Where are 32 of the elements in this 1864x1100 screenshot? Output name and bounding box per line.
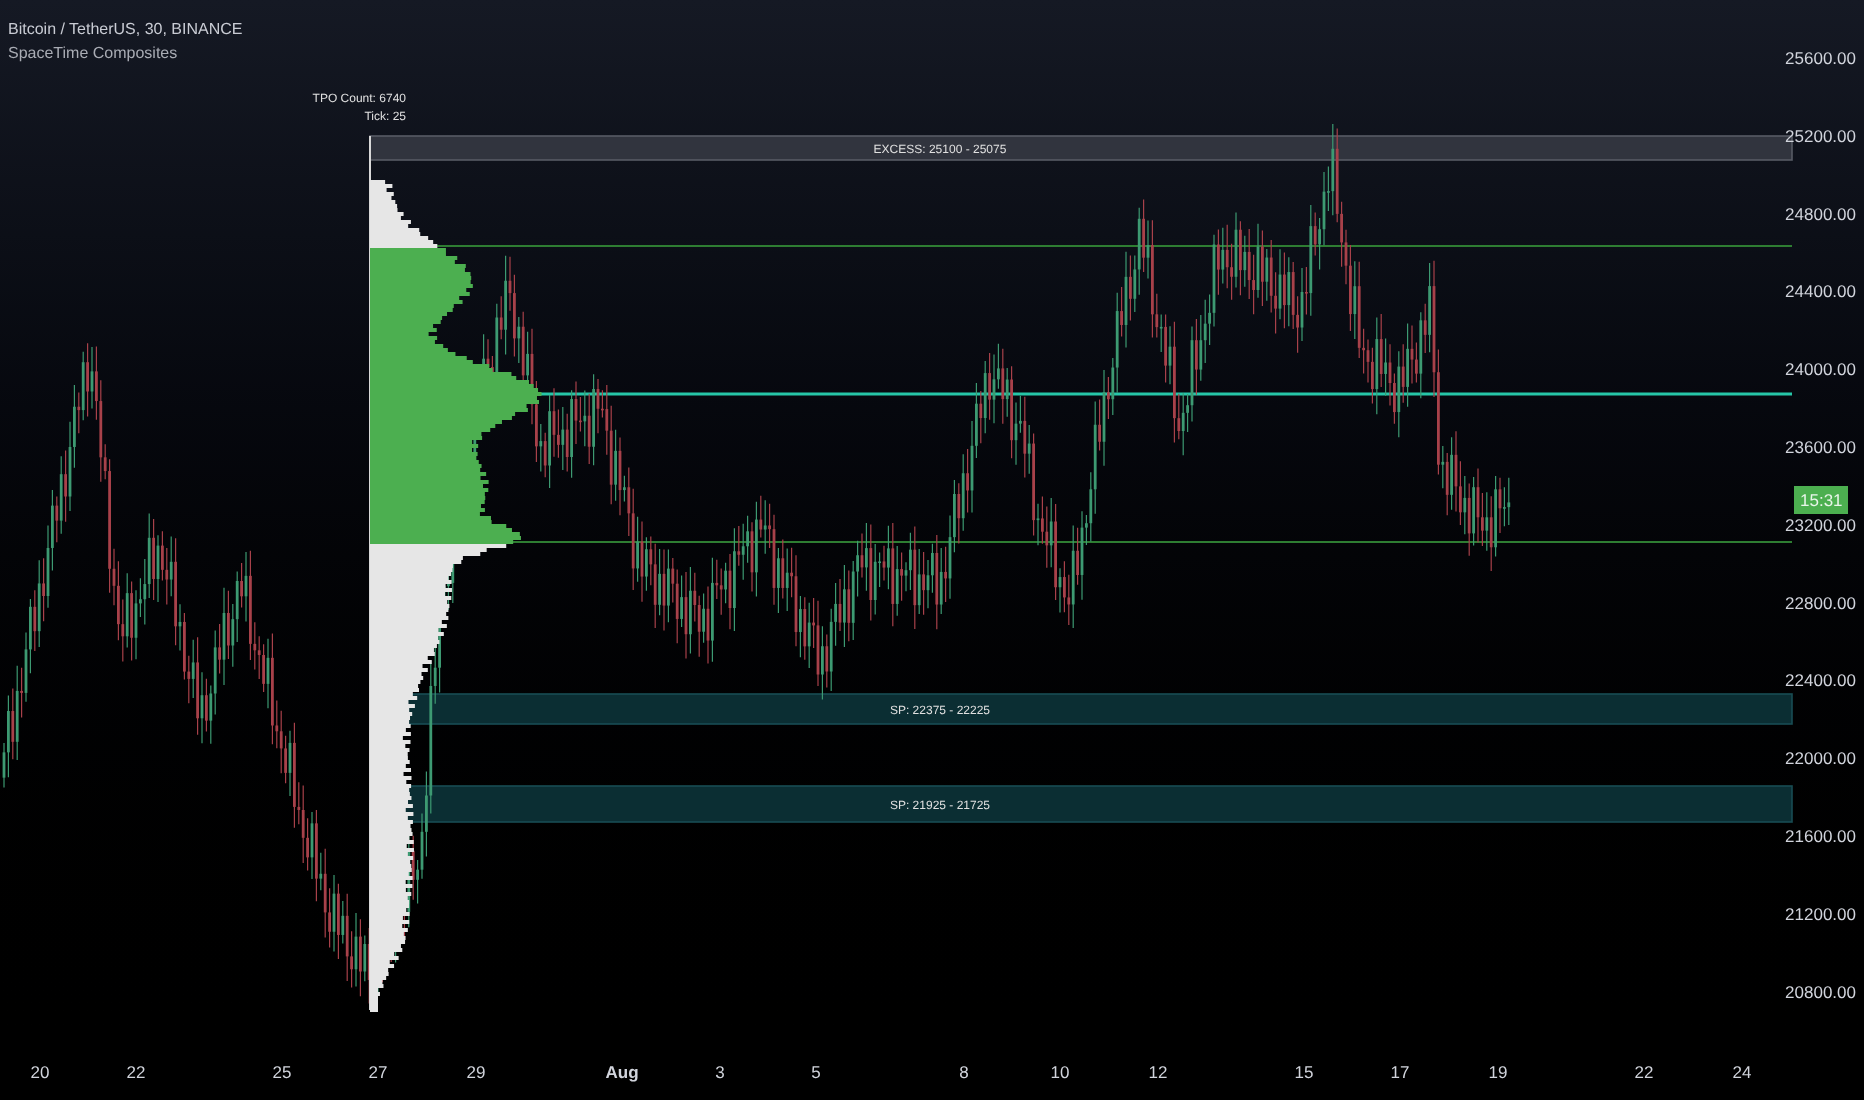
time-axis-label: 17 xyxy=(1390,1062,1410,1082)
time-axis-label: 29 xyxy=(466,1062,486,1082)
time-axis-label: 20 xyxy=(30,1062,50,1082)
price-axis-label: 20800.00 xyxy=(1785,981,1856,1002)
time-axis-label: 12 xyxy=(1148,1062,1168,1082)
price-axis-label: 25600.00 xyxy=(1785,48,1856,68)
symbol-title: Bitcoin / TetherUS, 30, BINANCE xyxy=(8,20,243,40)
time-axis-label: 25 xyxy=(272,1062,292,1082)
price-axis-label: 24400.00 xyxy=(1785,281,1856,302)
price-axis-label: 25200.00 xyxy=(1785,125,1856,146)
price-axis-label: 21200.00 xyxy=(1785,903,1856,924)
price-axis-label: 22800.00 xyxy=(1785,592,1856,613)
time-axis-label: 8 xyxy=(959,1062,969,1082)
time-axis-label: 15 xyxy=(1294,1062,1314,1082)
last-price-tag: 15:31 xyxy=(1794,486,1849,514)
price-axis-label: 22000.00 xyxy=(1785,748,1856,769)
price-axis-label: 23200.00 xyxy=(1785,514,1856,535)
price-axis-label: 23600.00 xyxy=(1785,437,1856,457)
time-axis-label: 24 xyxy=(1732,1062,1752,1082)
time-axis-label: 10 xyxy=(1050,1062,1070,1082)
time-axis-label: 19 xyxy=(1488,1062,1508,1082)
price-axis-label: 24800.00 xyxy=(1785,203,1856,224)
time-axis-label: Aug xyxy=(605,1062,639,1082)
price-axis-label: 24000.00 xyxy=(1785,359,1856,380)
price-axis-label: 21600.00 xyxy=(1785,826,1856,846)
time-axis-label: 27 xyxy=(368,1062,388,1082)
time-axis-label: 22 xyxy=(126,1062,146,1082)
time-axis-label: 22 xyxy=(1634,1062,1654,1082)
time-axis-label: 5 xyxy=(811,1062,821,1082)
price-axis-label: 22400.00 xyxy=(1785,670,1856,691)
time-axis-label: 3 xyxy=(715,1062,725,1082)
indicator-name: SpaceTime Composites xyxy=(8,44,180,64)
